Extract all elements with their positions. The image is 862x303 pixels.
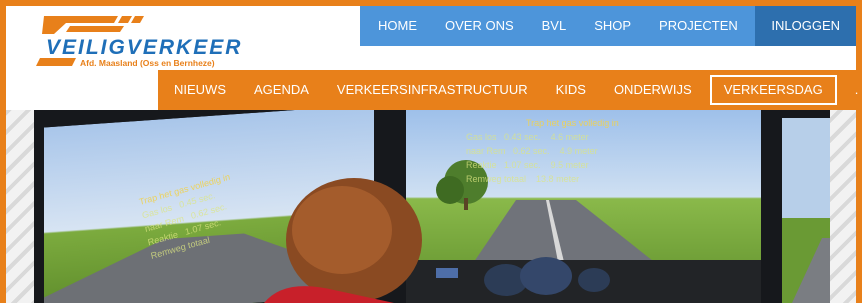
subnav-item-verkeersinfrastructuur[interactable]: VERKEERSINFRASTRUCTUUR [323, 70, 542, 110]
driving-simulator-photo: Trap het gas volledig in Gas los 0.45 se… [34, 110, 830, 303]
center-hud-title: Trap het gas volledig in [526, 118, 619, 128]
center-hud-distance: 4.6 meter [550, 132, 589, 142]
subnav-item-kids[interactable]: KIDS [542, 70, 600, 110]
login-button[interactable]: INLOGGEN [755, 6, 856, 46]
center-hud-label: Gas los [466, 132, 497, 142]
subnav-item-onderwijs[interactable]: ONDERWIJS [600, 70, 706, 110]
site-logo[interactable]: VEILIGVERKEER Afd. Maasland (Oss en Bern… [36, 14, 246, 70]
logo-subtitle: Afd. Maasland (Oss en Bernheze) [80, 58, 215, 68]
top-nav: HOME OVER ONS BVL SHOP PROJECTEN INLOGGE… [360, 6, 856, 46]
sub-nav: NIEUWS AGENDA VERKEERSINFRASTRUCTUUR KID… [158, 70, 858, 110]
subnav-item-more[interactable]: . [841, 70, 862, 110]
nav-item-home[interactable]: HOME [360, 6, 431, 46]
nav-item-shop[interactable]: SHOP [580, 6, 645, 46]
center-hud-value: 1.07 sec. [504, 160, 541, 170]
person-silhouette [264, 178, 422, 303]
nav-item-bvl[interactable]: BVL [528, 6, 581, 46]
center-hud-value: 0.62 sec. [513, 146, 550, 156]
hero-banner: Trap het gas volledig in Gas los 0.45 se… [6, 110, 856, 303]
center-hud-distance: 4.9 meter [559, 146, 598, 156]
subnav-item-agenda[interactable]: AGENDA [240, 70, 323, 110]
center-hud-distance: 13.8 meter [536, 174, 580, 184]
nav-item-over-ons[interactable]: OVER ONS [431, 6, 528, 46]
subnav-item-verkeersdag[interactable]: VERKEERSDAG [709, 75, 837, 105]
logo-wordmark: VEILIGVERKEER [46, 36, 243, 59]
center-hud-distance: 9.5 meter [550, 160, 589, 170]
center-hud-value: 0.43 sec. [504, 132, 541, 142]
subnav-item-nieuws[interactable]: NIEUWS [158, 70, 240, 110]
nav-item-projecten[interactable]: PROJECTEN [645, 6, 752, 46]
right-simulator-screen [782, 118, 830, 303]
